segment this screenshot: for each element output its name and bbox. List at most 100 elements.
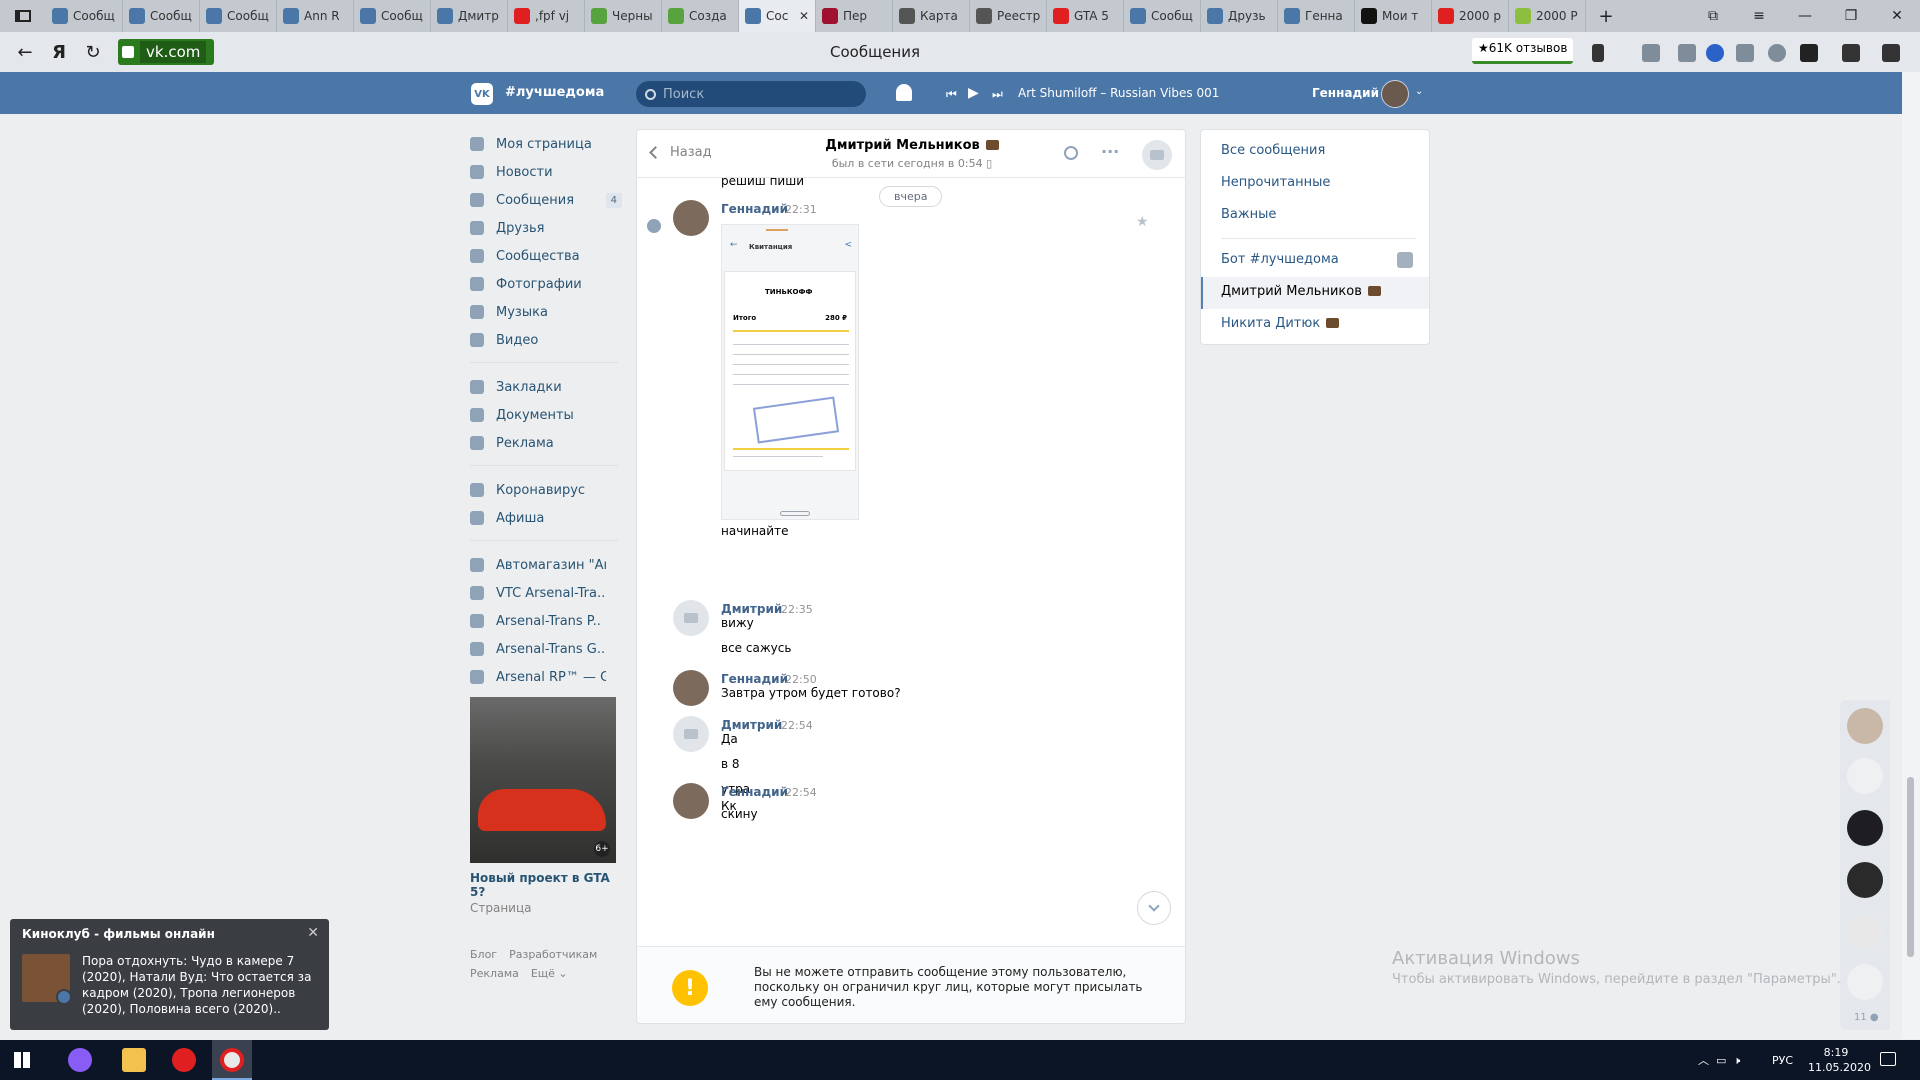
extension-icon[interactable]	[1706, 44, 1724, 62]
tab-list-button[interactable]	[0, 0, 46, 32]
chevron-down-icon[interactable]: ⌄	[1415, 86, 1423, 97]
contact-avatar[interactable]	[1847, 708, 1883, 744]
globe-icon[interactable]	[1768, 44, 1786, 62]
extension-icon[interactable]	[1736, 44, 1754, 62]
browser-tab[interactable]: 2000 Р	[1509, 0, 1586, 32]
browser-tab[interactable]: GTA 5	[1047, 0, 1124, 32]
chat-link-nikita[interactable]: Никита Дитюк	[1221, 316, 1340, 331]
contact-avatar[interactable]	[1847, 758, 1883, 794]
folder-icon[interactable]	[122, 1048, 146, 1072]
chat-avatar[interactable]	[1142, 140, 1172, 170]
check-icon[interactable]	[647, 219, 661, 233]
message-time[interactable]: 22:50	[785, 673, 817, 686]
next-track-icon[interactable]: ⏭	[992, 87, 1003, 102]
windows-start-icon[interactable]	[14, 1052, 30, 1068]
extension-icon[interactable]	[1800, 44, 1818, 62]
browser-tab[interactable]: Сообщ	[200, 0, 277, 32]
filter-important[interactable]: Важные	[1221, 207, 1276, 222]
extension-icon[interactable]	[1842, 44, 1860, 62]
nav-item-6[interactable]: Музыка	[470, 298, 620, 326]
browser-tab[interactable]: Друзь	[1201, 0, 1278, 32]
message[interactable]: Геннадий 22:50 Завтра утром будет готово?	[673, 670, 1153, 719]
vk-search[interactable]	[636, 81, 866, 107]
nav-group-2[interactable]: Arsenal-Trans P..	[470, 607, 620, 635]
nav-item-1[interactable]: Новости	[470, 158, 620, 186]
avatar[interactable]	[673, 600, 709, 636]
footer-link-ads[interactable]: Реклама	[470, 967, 519, 980]
browser-tab[interactable]: Мои т	[1355, 0, 1432, 32]
message-time[interactable]: 22:54	[781, 719, 813, 732]
browser-tab[interactable]: Сообщ	[1124, 0, 1201, 32]
nav-item-3[interactable]: Друзья	[470, 214, 620, 242]
contact-avatar[interactable]	[1847, 964, 1883, 1000]
browser-tab[interactable]: Карта	[893, 0, 970, 32]
nav-item-4[interactable]: Сообщества	[470, 242, 620, 270]
ad-title[interactable]: Новый проект в GTA 5?	[470, 871, 620, 899]
message[interactable]: Дмитрий 22:35 вижу все сажусь	[673, 600, 1153, 674]
contact-avatar[interactable]	[1847, 914, 1883, 950]
browser-tab[interactable]: Сообщ	[46, 0, 123, 32]
message[interactable]: Геннадий 22:54 Кк	[673, 783, 1153, 832]
nav-group-4[interactable]: Arsenal RP™ — G..	[470, 663, 620, 691]
yandex-browser-icon[interactable]	[220, 1048, 244, 1072]
yandex-icon[interactable]	[172, 1048, 196, 1072]
clock[interactable]: 8:19 11.05.2020	[1808, 1045, 1871, 1075]
browser-tab[interactable]: Сообщ	[354, 0, 431, 32]
chat-link-dmitry[interactable]: Дмитрий Мельников	[1221, 284, 1381, 299]
new-tab-button[interactable]: +	[1586, 6, 1626, 27]
close-tab-icon[interactable]: ✕	[799, 9, 809, 23]
browser-tab[interactable]: Черны	[585, 0, 662, 32]
message-author[interactable]: Дмитрий	[721, 718, 782, 732]
scroll-down-button[interactable]	[1137, 891, 1171, 925]
nav-item-secondary-2[interactable]: Реклама	[470, 429, 620, 457]
restore-button[interactable]: ❐	[1828, 0, 1874, 32]
prev-track-icon[interactable]: ⏮	[946, 87, 957, 102]
nav-item-5[interactable]: Фотографии	[470, 270, 620, 298]
vk-brand-hashtag[interactable]: #лучшедома	[505, 85, 604, 100]
browser-tab[interactable]: Сообщ	[123, 0, 200, 32]
message-author[interactable]: Геннадий	[721, 785, 788, 799]
browser-tab[interactable]: Ann R	[277, 0, 354, 32]
close-window-button[interactable]: ✕	[1874, 0, 1920, 32]
header-user-name[interactable]: Геннадий	[1312, 86, 1379, 100]
language-indicator[interactable]: РУС	[1772, 1054, 1793, 1067]
message-time[interactable]: 22:35	[781, 603, 813, 616]
play-icon[interactable]: ▶	[968, 85, 979, 101]
ad-image[interactable]: 6+	[470, 697, 616, 863]
nav-item-extra-1[interactable]: Афиша	[470, 504, 620, 532]
browser-tab[interactable]: Дмитр	[431, 0, 508, 32]
alice-icon[interactable]	[68, 1048, 92, 1072]
extension-icon[interactable]	[1678, 44, 1696, 62]
nav-group-0[interactable]: Автомагазин "Ан..	[470, 551, 620, 579]
avatar[interactable]	[673, 716, 709, 752]
page-scrollbar[interactable]	[1902, 72, 1920, 1039]
message-time[interactable]: 22:54	[785, 786, 817, 799]
nav-item-0[interactable]: Моя страница	[470, 130, 620, 158]
filter-unread[interactable]: Непрочитанные	[1221, 175, 1330, 190]
extension-icon[interactable]	[1642, 44, 1660, 62]
download-icon[interactable]	[1882, 44, 1900, 62]
message-author[interactable]: Геннадий	[721, 202, 788, 216]
filter-all-messages[interactable]: Все сообщения	[1221, 143, 1325, 158]
menu-icon[interactable]: ≡	[1736, 0, 1782, 32]
message-time[interactable]: 22:31	[785, 203, 817, 216]
avatar[interactable]	[673, 783, 709, 819]
avatar[interactable]	[673, 670, 709, 706]
receipt-screenshot[interactable]: ← Квитанция < ТИНЬКОФФ Итого 280 ₽	[721, 224, 859, 520]
nav-item-secondary-0[interactable]: Закладки	[470, 373, 620, 401]
search-icon[interactable]	[1064, 146, 1078, 160]
nav-item-2[interactable]: Сообщения 4	[470, 186, 622, 214]
nav-item-extra-0[interactable]: Коронавирус	[470, 476, 620, 504]
close-icon[interactable]: ✕	[307, 925, 319, 941]
bell-icon[interactable]	[896, 84, 912, 101]
vk-logo-icon[interactable]: VK	[471, 83, 493, 105]
message-author[interactable]: Дмитрий	[721, 602, 782, 616]
notifications-icon[interactable]	[1880, 1052, 1896, 1066]
footer-link-more[interactable]: Ещё ⌄	[531, 967, 568, 980]
avatar[interactable]	[1381, 80, 1409, 108]
avatar[interactable]	[673, 200, 709, 236]
browser-tab[interactable]: Реестр	[970, 0, 1047, 32]
contact-avatar[interactable]	[1847, 810, 1883, 846]
notification-popup[interactable]: Киноклуб - фильмы онлайн ✕ Пора отдохнут…	[10, 919, 329, 1030]
nav-item-secondary-1[interactable]: Документы	[470, 401, 620, 429]
